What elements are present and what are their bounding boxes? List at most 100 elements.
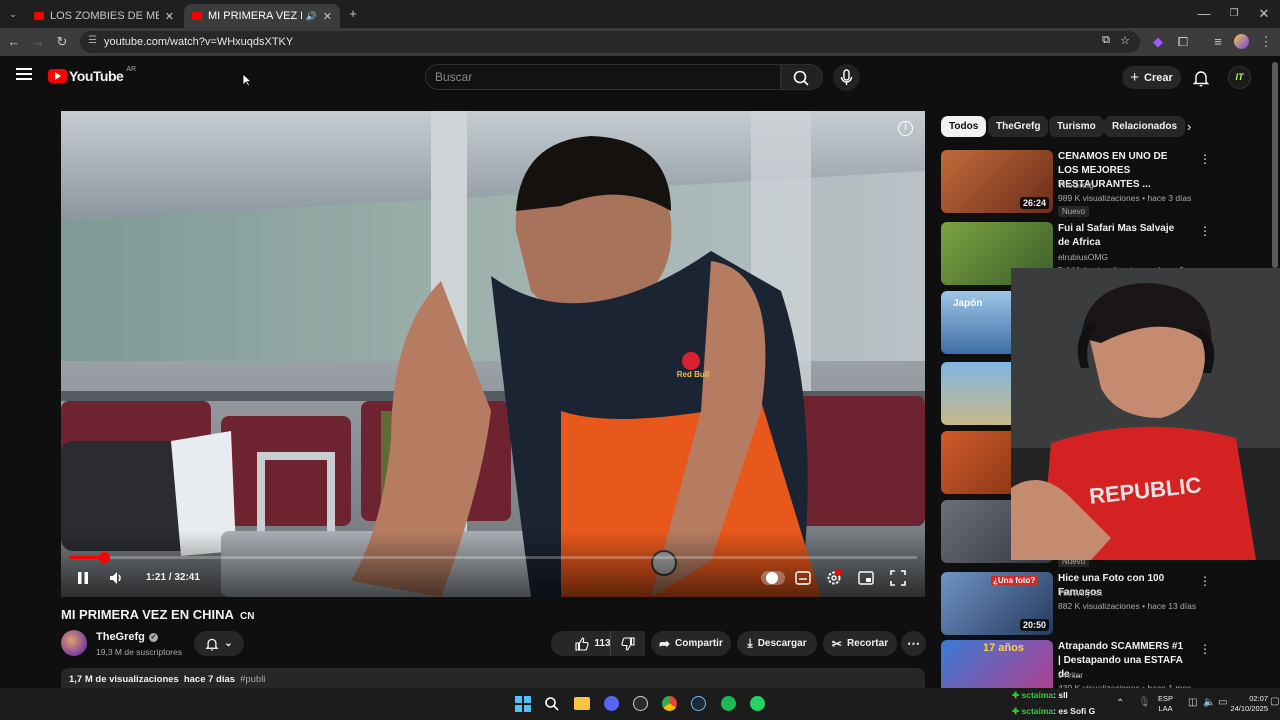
progress-track[interactable]: [69, 552, 917, 563]
share-button[interactable]: ➦ Compartir: [651, 631, 731, 656]
browser-toolbar: ← → ↻ ☰ youtube.com/watch?v=WHxuqdsXTKY …: [0, 28, 1280, 56]
chip-relacionados[interactable]: Relacionados: [1104, 116, 1186, 137]
chip-todos[interactable]: Todos: [941, 116, 987, 137]
flag-code: CN: [240, 611, 255, 622]
battery-icon[interactable]: ▭: [1218, 697, 1227, 708]
subscription-bell-button[interactable]: ⌄: [194, 631, 244, 656]
webcam-overlay: REPUBLIC: [1011, 268, 1280, 560]
more-actions-button[interactable]: ⋯: [901, 631, 926, 656]
progress-scrubber[interactable]: [98, 552, 110, 563]
youtube-logo[interactable]: YouTube AR: [48, 66, 136, 84]
chat-user: sctaima: [1021, 706, 1054, 716]
page-scrollbar[interactable]: [1272, 62, 1278, 268]
new-badge: Nuevo: [1058, 206, 1090, 217]
hamburger-menu-icon[interactable]: [16, 68, 32, 80]
reload-icon[interactable]: ↻: [54, 34, 70, 50]
search-icon: [793, 70, 809, 86]
profile-avatar-icon[interactable]: [1234, 34, 1249, 49]
webcam-frame: REPUBLIC: [1011, 268, 1280, 560]
settings-gear-icon[interactable]: [826, 570, 842, 586]
chat-line: ✚ sctaima: es Sofi G: [1012, 706, 1095, 717]
create-button[interactable]: + Crear: [1122, 66, 1181, 89]
network-icon[interactable]: ◫: [1188, 697, 1197, 708]
recommendation-item[interactable]: ¿Una foto? 20:50 Hice una Foto con 100 F…: [941, 572, 1221, 636]
layout-code: LAA: [1158, 704, 1173, 713]
thumbs-up-icon: [575, 636, 590, 651]
whatsapp-icon[interactable]: [750, 696, 765, 711]
chip-thegrefg[interactable]: TheGrefg: [988, 116, 1049, 137]
bookmark-star-icon[interactable]: ☆: [1120, 34, 1130, 47]
bell-icon: [205, 638, 219, 651]
tab-search-chevron-icon[interactable]: ⌄: [5, 6, 21, 22]
windows-start-icon[interactable]: [515, 696, 531, 712]
spotify-icon[interactable]: [721, 696, 736, 711]
clock[interactable]: 02:07 24/10/2025: [1228, 694, 1268, 714]
rec-channel: TheGrefg: [1058, 180, 1094, 190]
address-bar[interactable]: ☰ youtube.com/watch?v=WHxuqdsXTKY ⧉ ☆: [80, 31, 1140, 53]
discord-icon[interactable]: [604, 696, 619, 711]
channel-avatar[interactable]: [61, 630, 87, 656]
notifications-bell-icon[interactable]: [1193, 69, 1209, 87]
new-tab-button[interactable]: +: [345, 6, 361, 22]
obs-icon[interactable]: [633, 696, 648, 711]
language-indicator[interactable]: ESP LAA: [1158, 694, 1173, 714]
chrome-taskbar-icon[interactable]: [662, 696, 677, 711]
chip-turismo[interactable]: Turismo: [1049, 116, 1104, 137]
tab-los-zombies[interactable]: LOS ZOMBIES DE MEDELLÍN | EL ✕: [26, 4, 182, 28]
back-icon[interactable]: ←: [6, 34, 22, 50]
more-vert-icon[interactable]: ⋮: [1199, 642, 1211, 656]
reading-list-icon[interactable]: ≡: [1210, 34, 1226, 50]
upload-date: hace 7 días: [183, 674, 236, 685]
extension-icon[interactable]: ◆: [1150, 34, 1166, 50]
chat-user: sctaima: [1021, 690, 1054, 700]
channel-name[interactable]: TheGrefg ✓: [96, 631, 158, 643]
thumbnail-text: Japón: [953, 298, 983, 309]
tray-chevron-up-icon[interactable]: ⌃: [1116, 698, 1124, 709]
volume-tray-icon[interactable]: 🔈: [1203, 697, 1215, 708]
video-player[interactable]: Red Bull i 1:21 / 32:41: [61, 111, 925, 597]
subtitles-icon[interactable]: [795, 571, 811, 585]
close-tab-icon[interactable]: ✕: [323, 10, 332, 23]
more-vert-icon[interactable]: ⋮: [1199, 224, 1211, 238]
speaker-icon[interactable]: 🔊: [306, 11, 317, 22]
file-explorer-icon[interactable]: [574, 697, 590, 710]
tab-mi-primera-vez[interactable]: MI PRIMERA VEZ EN CHINA 🔊 ✕: [184, 4, 340, 28]
hashtag[interactable]: #publi: [240, 674, 265, 685]
chevron-down-icon: ⌄: [224, 638, 233, 649]
steam-icon[interactable]: [691, 696, 706, 711]
autoplay-toggle[interactable]: [761, 571, 785, 585]
video-title: MI PRIMERA VEZ EN CHINA CN: [61, 607, 254, 622]
search-input[interactable]: Buscar: [425, 64, 781, 90]
volume-icon[interactable]: [108, 570, 124, 586]
close-window-button[interactable]: ✕: [1256, 6, 1272, 22]
voice-search-button[interactable]: [833, 64, 860, 91]
dislike-button[interactable]: [610, 631, 645, 656]
restore-button[interactable]: ❐: [1226, 6, 1242, 22]
description-box[interactable]: 1,7 M de visualizaciones hace 7 días #pu…: [61, 668, 925, 688]
chevron-right-icon[interactable]: ›: [1187, 119, 1191, 134]
mic-tray-icon[interactable]: 🎙: [1138, 697, 1151, 708]
more-vert-icon[interactable]: ⋮: [1199, 152, 1211, 166]
miniplayer-icon[interactable]: [858, 571, 874, 585]
info-icon[interactable]: i: [898, 121, 913, 136]
close-tab-icon[interactable]: ✕: [165, 10, 174, 23]
download-button[interactable]: ⤓ Descargar: [737, 631, 817, 656]
more-vert-icon[interactable]: ⋮: [1199, 574, 1211, 588]
clip-button[interactable]: ✂ Recortar: [823, 631, 897, 656]
site-info-icon[interactable]: ☰: [88, 35, 97, 46]
notification-center-icon[interactable]: ▢: [1270, 696, 1279, 707]
share-label: Compartir: [675, 638, 723, 649]
cast-icon[interactable]: ⧉: [1102, 34, 1110, 47]
minimize-button[interactable]: —: [1196, 6, 1212, 22]
recommendation-item[interactable]: 26:24 CENAMOS EN UNO DE LOS MEJORES REST…: [941, 150, 1221, 217]
pause-icon[interactable]: [77, 571, 89, 585]
fullscreen-icon[interactable]: [890, 570, 906, 586]
extensions-puzzle-icon[interactable]: ⧠: [1175, 34, 1191, 50]
chrome-menu-icon[interactable]: ⋮: [1258, 34, 1274, 50]
lang-code: ESP: [1158, 694, 1174, 703]
search-button[interactable]: [781, 64, 823, 90]
account-avatar[interactable]: IT: [1228, 66, 1251, 89]
thumbnail-text: ¿Una foto?: [991, 576, 1038, 585]
forward-icon[interactable]: →: [30, 34, 46, 50]
taskbar-search-icon[interactable]: [544, 696, 560, 712]
